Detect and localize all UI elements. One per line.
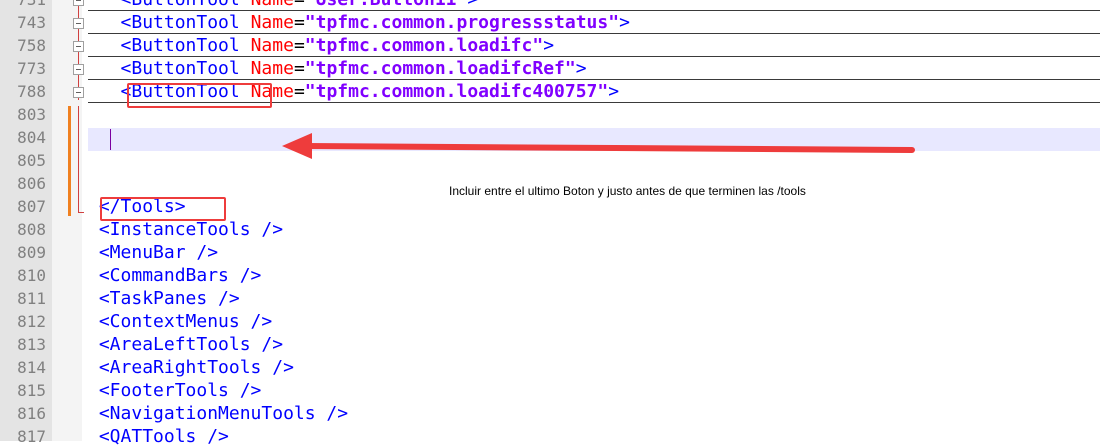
annotation-text: Incluir entre el ultimo Boton y justo an… [449, 184, 806, 198]
arrow-head [282, 133, 312, 159]
arrow-shaft [302, 143, 915, 153]
annotation-arrow [282, 133, 915, 159]
